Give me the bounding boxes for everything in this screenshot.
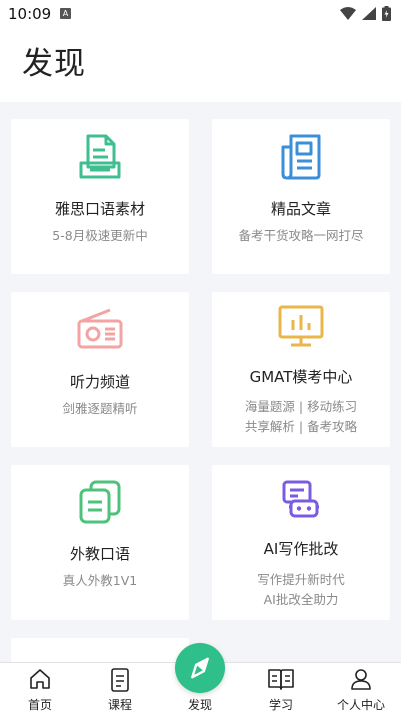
- card-title: AI写作批改: [263, 540, 339, 558]
- robot-icon: [282, 480, 319, 518]
- card-ielts-speaking-materials[interactable]: 雅思口语素材 5-8月极速更新中: [11, 119, 189, 274]
- card-gmat-mock-center[interactable]: GMAT模考中心 海量题源 | 移动练习 共享解析 | 备考攻略: [212, 292, 390, 447]
- course-book-icon: [111, 668, 129, 692]
- card-foreign-teacher-speaking[interactable]: 外教口语 真人外教1V1: [11, 465, 189, 620]
- tab-label: 课程: [107, 698, 132, 712]
- page-title: 发现: [22, 46, 86, 82]
- tab-study[interactable]: 学习: [251, 663, 311, 715]
- card-ai-writing-correction[interactable]: AI写作批改 写作提升新时代 AI批改全助力: [212, 465, 390, 620]
- compass-icon: [191, 657, 209, 679]
- card-subtitle: 备考干货攻略一网打尽: [238, 228, 364, 243]
- card-subtitle: 5-8月极速更新中: [52, 228, 148, 243]
- copy-docs-icon: [79, 480, 121, 524]
- open-book-icon: [268, 669, 294, 690]
- document-stack-icon: [79, 134, 121, 179]
- discover-fab-button[interactable]: [175, 643, 225, 693]
- card-listening-channel[interactable]: 听力频道 剑雅逐题精听: [11, 292, 189, 447]
- wifi-icon: [340, 7, 356, 20]
- card-title: GMAT模考中心: [249, 368, 353, 386]
- tab-home[interactable]: 首页: [10, 663, 70, 715]
- card-featured-articles[interactable]: 精品文章 备考干货攻略一网打尽: [212, 119, 390, 274]
- home-icon: [30, 669, 50, 689]
- person-icon: [351, 669, 371, 690]
- tab-profile[interactable]: 个人中心: [331, 663, 391, 715]
- status-bar: 10:09 A: [0, 0, 401, 28]
- status-icons: [340, 6, 391, 21]
- signal-icon: [362, 7, 376, 20]
- tab-label: 个人中心: [336, 698, 385, 712]
- card-subtitle: 剑雅逐题精听: [62, 401, 138, 416]
- tab-label: 学习: [268, 698, 293, 712]
- status-time: 10:09: [8, 5, 52, 23]
- card-subtitle-line1: 写作提升新时代: [257, 572, 345, 587]
- notification-a-icon: A: [60, 8, 71, 19]
- card-subtitle: 真人外教1V1: [62, 573, 138, 588]
- tab-label: 首页: [27, 698, 52, 712]
- card-title: 精品文章: [270, 200, 331, 218]
- card-subtitle-line1: 海量题源 | 移动练习: [244, 399, 358, 414]
- presentation-board-icon: [278, 305, 324, 347]
- radio-icon: [77, 308, 123, 349]
- tab-courses[interactable]: 课程: [90, 663, 150, 715]
- tab-label: 发现: [187, 698, 212, 712]
- card-title: 雅思口语素材: [54, 200, 145, 218]
- battery-icon: [382, 6, 391, 21]
- card-title: 听力频道: [69, 373, 130, 391]
- card-subtitle-line2: AI批改全助力: [263, 592, 339, 607]
- card-subtitle-line2: 共享解析 | 备考攻略: [244, 419, 358, 434]
- card-title: 外教口语: [69, 545, 130, 563]
- header: 发现: [0, 28, 401, 102]
- newspaper-icon: [281, 134, 321, 180]
